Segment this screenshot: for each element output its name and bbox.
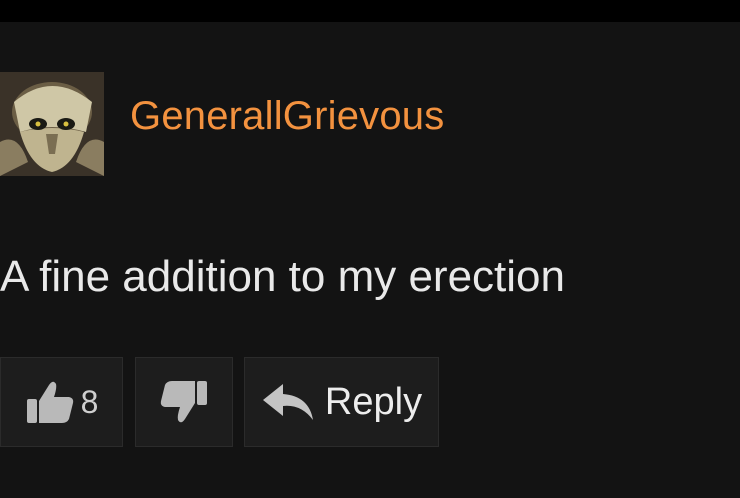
- like-count: 8: [80, 383, 99, 420]
- grievous-avatar-image: [0, 72, 104, 176]
- thumbs-down-icon: [159, 379, 209, 425]
- comment-text: A fine addition to my erection: [0, 252, 565, 301]
- comment-username[interactable]: GenerallGrievous: [130, 94, 444, 139]
- like-button[interactable]: 8: [0, 357, 123, 447]
- thumbs-up-icon: [25, 379, 75, 425]
- dislike-button[interactable]: [135, 357, 233, 447]
- user-avatar[interactable]: [0, 72, 104, 176]
- reply-label: Reply: [324, 380, 423, 423]
- reply-arrow-icon: [261, 382, 315, 422]
- reply-button[interactable]: Reply: [244, 357, 439, 447]
